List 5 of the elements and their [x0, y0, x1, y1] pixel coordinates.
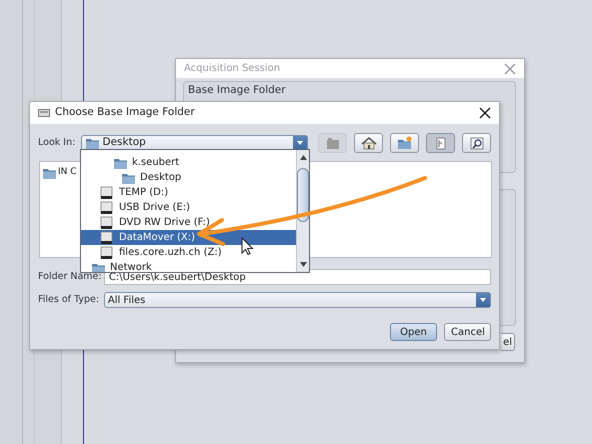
window-title: Acquisition Session — [184, 62, 280, 76]
look-in-label: Look In: — [38, 136, 76, 150]
group-title: Base Image Folder — [188, 83, 286, 98]
window-title: Choose Base Image Folder — [55, 105, 195, 120]
file-type-label: Files of Type: — [38, 292, 100, 307]
